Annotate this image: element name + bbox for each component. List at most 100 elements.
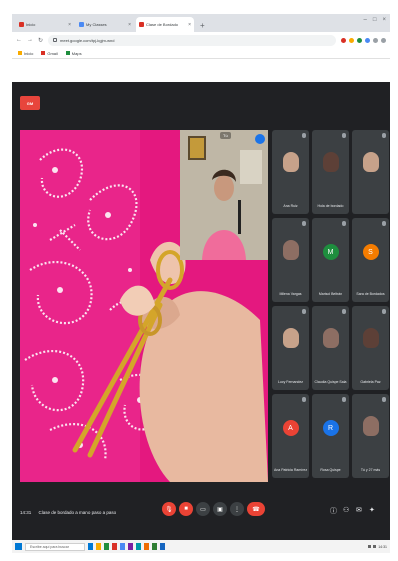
tab-favicon-icon	[79, 22, 84, 27]
participant-tile[interactable]: Tú y 27 más	[352, 394, 389, 478]
mic-status-icon	[342, 221, 346, 226]
browser-tab-bar: Inicio × My Classes × Clase de Bordado ×…	[12, 14, 390, 32]
mic-status-icon	[382, 309, 386, 314]
tab-title: Clase de Bordado	[146, 22, 179, 27]
participant-tile[interactable]: M Marisol Beltrán	[312, 218, 349, 302]
participant-name: Ana Ruiz	[283, 204, 298, 208]
participant-tile[interactable]	[352, 130, 389, 214]
participant-avatar: S	[362, 244, 379, 260]
close-tab-icon[interactable]: ×	[128, 22, 131, 28]
taskbar-app-icon[interactable]	[96, 543, 101, 550]
participant-tile[interactable]: Ana Ruiz	[272, 130, 309, 214]
volume-icon[interactable]	[373, 545, 377, 548]
participant-tile[interactable]: Claudia Quispe Sala	[312, 306, 349, 390]
taskbar-clock: 14:31	[378, 544, 387, 549]
extension-icon[interactable]	[349, 37, 354, 43]
info-icon[interactable]: ⓘ	[330, 506, 337, 516]
window-controls: – □ ×	[364, 17, 386, 23]
browser-tab-active[interactable]: Clase de Bordado ×	[136, 17, 194, 32]
profile-avatar-icon[interactable]	[373, 37, 378, 43]
close-window-button[interactable]: ×	[382, 17, 386, 23]
taskbar-app-icon[interactable]	[144, 543, 149, 550]
participant-tile[interactable]: Lucy Fernandez	[272, 306, 309, 390]
close-tab-icon[interactable]: ×	[68, 22, 71, 28]
forward-arrow-icon[interactable]: →	[27, 37, 33, 43]
people-icon[interactable]: ⚇	[343, 506, 349, 514]
captions-icon: ▭	[200, 506, 206, 513]
taskbar-app-icon[interactable]	[152, 543, 157, 550]
participant-name: Rosa Quispe	[320, 468, 341, 472]
network-icon[interactable]	[368, 545, 372, 548]
taskbar-search-field[interactable]: Escribe aquí para buscar	[25, 542, 85, 551]
avatar-initial: M	[327, 248, 334, 256]
participant-avatar: A	[282, 420, 299, 436]
maximize-button[interactable]: □	[373, 17, 377, 23]
taskbar-app-icon[interactable]	[112, 543, 117, 550]
captions-button[interactable]: ▭	[196, 502, 210, 516]
participant-avatar: M	[322, 244, 339, 260]
bookmark-item[interactable]: Gmail	[41, 50, 58, 56]
extension-icon[interactable]	[357, 37, 362, 43]
meeting-header: GM	[12, 82, 390, 130]
participant-tile[interactable]: R Rosa Quispe	[312, 394, 349, 478]
participant-tile[interactable]: S Sara de Bordados	[352, 218, 389, 302]
more-options-button[interactable]: ⋮	[230, 502, 244, 516]
address-bar[interactable]: meet.google.com/tpj-kgjm-wnd	[48, 34, 336, 46]
back-arrow-icon[interactable]: ←	[16, 37, 22, 43]
minimize-button[interactable]: –	[364, 17, 367, 23]
self-view-options-icon[interactable]	[255, 134, 265, 144]
browser-tab[interactable]: My Classes ×	[76, 17, 134, 32]
extension-icon[interactable]	[365, 37, 370, 43]
present-button[interactable]: ▣	[213, 502, 227, 516]
microphone-off-button[interactable]: 🎙	[162, 502, 176, 516]
taskbar-app-icon[interactable]	[128, 543, 133, 550]
taskbar-app-icon[interactable]	[120, 543, 125, 550]
taskbar-app-icon[interactable]	[160, 543, 165, 550]
tab-favicon-icon	[139, 22, 144, 27]
end-call-button[interactable]: ☎	[247, 502, 265, 516]
participant-name: Lucy Fernandez	[277, 380, 304, 384]
windows-start-icon[interactable]	[15, 543, 22, 550]
participant-name: Gabriela Paz	[360, 380, 381, 384]
gmail-icon	[41, 51, 46, 55]
menu-kebab-icon[interactable]	[381, 37, 386, 43]
meeting-title: Clase de bordado a mano paso a paso	[38, 510, 117, 515]
participant-tile[interactable]: A Ana Patricia Ramírez	[272, 394, 309, 478]
new-tab-button[interactable]: +	[196, 21, 209, 32]
participant-video-thumbnail	[362, 328, 379, 348]
reload-icon[interactable]: ↻	[38, 37, 43, 44]
bookmark-label: Gmail	[47, 50, 58, 56]
taskbar-search-placeholder: Escribe aquí para buscar	[30, 544, 69, 549]
participant-video-thumbnail	[282, 328, 299, 348]
participant-name: Sara de Bordados	[356, 292, 385, 296]
browser-tab[interactable]: Inicio ×	[16, 17, 74, 32]
extension-icon[interactable]	[341, 37, 346, 43]
taskbar-app-icon[interactable]	[104, 543, 109, 550]
participant-tile[interactable]: Hola de bordado	[312, 130, 349, 214]
screen: Inicio × My Classes × Clase de Bordado ×…	[0, 0, 398, 561]
chat-icon[interactable]: ✉	[356, 506, 362, 514]
participant-name: Milena Vargas	[279, 292, 302, 296]
taskbar-app-icon[interactable]	[88, 543, 93, 550]
mic-status-icon	[302, 221, 306, 226]
close-tab-icon[interactable]: ×	[188, 22, 191, 28]
mic-status-icon	[342, 397, 346, 402]
extensions-area	[341, 37, 386, 43]
camera-off-button[interactable]: ■	[179, 502, 193, 516]
self-view-video[interactable]	[180, 130, 268, 260]
activities-icon[interactable]: ✦	[369, 506, 375, 514]
meeting-info: 14:31 Clase de bordado a mano paso a pas…	[20, 510, 116, 515]
participant-tile[interactable]: Gabriela Paz	[352, 306, 389, 390]
taskbar-app-icon[interactable]	[136, 543, 141, 550]
bookmark-item[interactable]: Maps	[65, 51, 82, 56]
tab-title: Inicio	[26, 22, 36, 27]
bookmark-item[interactable]: Inicio	[18, 51, 33, 56]
mic-status-icon	[382, 397, 386, 402]
main-video-stage[interactable]: Tú	[20, 130, 268, 482]
mic-status-icon	[302, 397, 306, 402]
participant-name: Ana Patricia Ramírez	[274, 468, 307, 472]
mic-status-icon	[302, 309, 306, 314]
more-icon: ⋮	[234, 506, 240, 513]
end-call-icon: ☎	[252, 506, 260, 513]
participant-tile[interactable]: Milena Vargas	[272, 218, 309, 302]
